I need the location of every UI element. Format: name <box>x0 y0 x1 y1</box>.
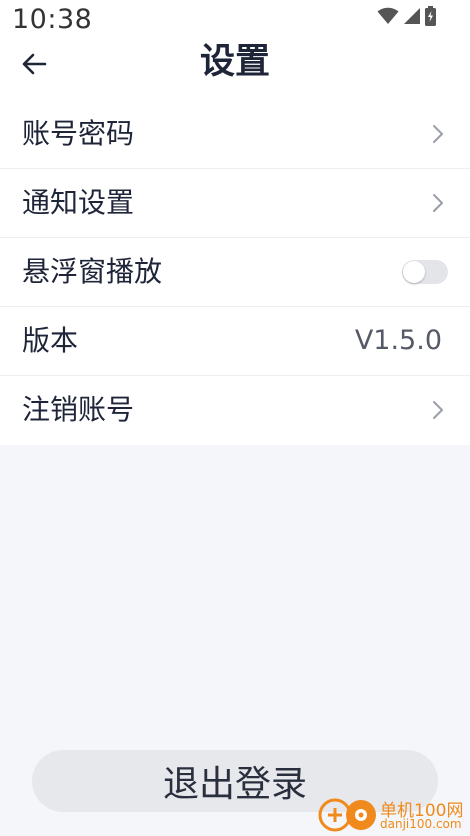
watermark-logo-icon <box>318 798 376 832</box>
chevron-right-icon <box>433 194 443 212</box>
row-label: 通知设置 <box>22 186 135 219</box>
settings-row-notifications[interactable]: 通知设置 <box>0 169 470 238</box>
wifi-icon <box>377 7 399 24</box>
row-label: 版本 <box>22 324 79 357</box>
settings-row-floating-window: 悬浮窗播放 <box>0 238 470 307</box>
page-title: 设置 <box>199 42 270 82</box>
floating-window-toggle[interactable] <box>402 260 448 284</box>
version-value: V1.5.0 <box>354 325 442 356</box>
status-icons <box>377 6 436 26</box>
row-label: 账号密码 <box>22 117 135 150</box>
settings-row-delete-account[interactable]: 注销账号 <box>0 376 470 445</box>
chevron-right-icon <box>433 125 443 143</box>
status-bar: 10:38 <box>0 0 470 40</box>
row-label: 注销账号 <box>22 393 135 426</box>
settings-row-version: 版本 V1.5.0 <box>0 307 470 376</box>
settings-screen: 10:38 设置 账号密码 通知设置 悬浮窗播放 版本 V1.5.0 注销账号 … <box>0 0 470 836</box>
battery-icon <box>425 6 436 26</box>
settings-list: 账号密码 通知设置 悬浮窗播放 版本 V1.5.0 注销账号 <box>0 100 470 445</box>
chevron-right-icon <box>433 401 443 419</box>
settings-row-account-password[interactable]: 账号密码 <box>0 100 470 169</box>
toggle-knob <box>403 261 425 283</box>
app-header: 设置 <box>0 40 470 100</box>
top-area: 10:38 设置 <box>0 0 470 100</box>
row-label: 悬浮窗播放 <box>22 255 163 288</box>
cell-signal-icon <box>404 8 420 24</box>
watermark-url: danji100.com <box>380 817 462 831</box>
watermark: 单机100网 danji100.com <box>318 796 468 834</box>
status-time: 10:38 <box>12 4 93 35</box>
